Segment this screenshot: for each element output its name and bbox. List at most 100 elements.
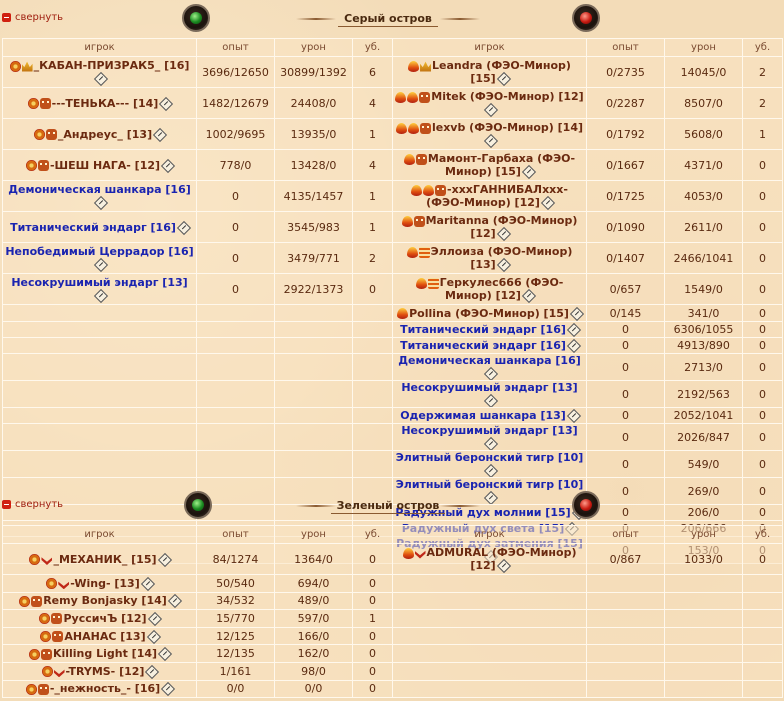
player-cell: Элитный беронский тигр [10] (392, 450, 587, 478)
damage-cell: 694/0 (274, 574, 353, 593)
player-name-link[interactable]: Титанический эндарг [16] (10, 221, 176, 234)
player-name-link[interactable]: Демоническая шанкара [16] (398, 355, 581, 368)
damage-cell: 1549/0 (664, 273, 743, 305)
player-name-link[interactable]: РуссичЪ [12] (63, 612, 146, 625)
clan-skull-icon (39, 98, 51, 109)
info-diamond-icon[interactable] (167, 594, 182, 609)
info-diamond-icon[interactable] (496, 558, 511, 574)
kills-cell: 0 (352, 679, 393, 699)
player-name-link[interactable]: -ШЕШ НАГА- [12] (50, 159, 160, 172)
player-name-link[interactable]: Титанический эндарг [16] (400, 339, 566, 352)
player-cell: Эллоиза (ФЭО-Минор) [13] (392, 242, 587, 274)
exp-cell: 0 (196, 273, 275, 305)
info-diamond-icon[interactable] (93, 195, 109, 211)
clan-skull-icon (37, 160, 49, 171)
info-diamond-icon[interactable] (569, 306, 584, 321)
player-name-link[interactable]: -TRYMS- [12] (66, 665, 145, 678)
info-diamond-icon[interactable] (93, 71, 109, 87)
player-name-link[interactable]: Одержимая шанкара [13] (400, 409, 566, 422)
info-diamond-icon[interactable] (483, 133, 499, 149)
info-diamond-icon[interactable] (93, 257, 109, 273)
column-header: опыт (196, 38, 275, 57)
info-diamond-icon[interactable] (157, 552, 172, 567)
kills-cell: 1 (352, 211, 393, 243)
player-name-link[interactable]: Непобедимый Церрадор [16] (5, 245, 193, 258)
info-diamond-icon[interactable] (93, 288, 109, 304)
kills-cell: 0 (742, 407, 783, 424)
exp-cell: 0/2735 (586, 56, 665, 88)
info-diamond-icon[interactable] (146, 629, 161, 644)
exp-cell: 0/0 (196, 679, 275, 699)
info-diamond-icon[interactable] (147, 611, 162, 627)
info-diamond-icon[interactable] (566, 322, 581, 337)
player-name-link[interactable]: Мамонт-Гарбаха (ФЭО-Минор) [15] (428, 152, 575, 178)
player-name-link[interactable]: Демоническая шанкара [16] (8, 183, 191, 196)
info-diamond-icon[interactable] (483, 366, 499, 380)
player-name-link[interactable]: Killing Light [14] (53, 647, 157, 660)
info-diamond-icon[interactable] (153, 127, 168, 142)
striped-badge-icon (427, 277, 439, 289)
info-diamond-icon[interactable] (496, 71, 511, 87)
player-name-link[interactable]: Несокрушимый эндарг [13] (11, 276, 187, 289)
info-diamond-icon[interactable] (566, 338, 581, 353)
info-diamond-icon[interactable] (521, 164, 537, 180)
flame-icon (395, 91, 407, 103)
player-name-link[interactable]: Remy Bonjasky [14] (43, 594, 167, 607)
info-diamond-icon[interactable] (496, 257, 511, 273)
player-name-link[interactable]: АНАНАС [13] (64, 630, 145, 643)
info-diamond-icon[interactable] (145, 664, 160, 679)
green-collapse-link[interactable]: свернуть (2, 499, 63, 510)
flame-icon (408, 60, 420, 72)
player-name-link[interactable]: Элитный беронский тигр [10] (396, 452, 584, 465)
player-name-link[interactable]: _Андреус_ [13] (58, 128, 152, 141)
info-diamond-icon[interactable] (521, 288, 537, 304)
table-row: Элитный беронский тигр [10] 0 549/0 0 (2, 450, 783, 478)
gray-collapse-link[interactable]: свернуть (2, 12, 63, 23)
empty-cell (742, 644, 783, 663)
table-row: Титанический эндарг [16] 0 4913/890 0 (2, 337, 783, 354)
info-diamond-icon[interactable] (483, 102, 499, 118)
info-diamond-icon[interactable] (159, 96, 174, 111)
info-diamond-icon[interactable] (496, 226, 511, 242)
info-diamond-icon[interactable] (160, 158, 176, 173)
player-cell: Титанический эндарг [16] (2, 211, 197, 243)
empty-cell (586, 626, 665, 646)
damage-cell: 4053/0 (664, 180, 743, 212)
kills-cell: 0 (742, 242, 783, 274)
player-name-link[interactable]: Титанический эндарг [16] (400, 323, 566, 336)
info-diamond-icon[interactable] (161, 682, 176, 697)
player-name-link[interactable]: Pollina (ФЭО-Минор) [15] (409, 307, 569, 320)
info-diamond-icon[interactable] (140, 576, 155, 591)
player-name-link[interactable]: Геркулес666 (ФЭО-Минор) [12] (440, 276, 564, 302)
info-diamond-icon[interactable] (540, 195, 555, 211)
player-name-link[interactable]: ---ТЕНЬКА--- [14] (52, 97, 159, 110)
info-diamond-icon[interactable] (483, 436, 499, 450)
player-name-link[interactable]: Mitek (ФЭО-Минор) [12] (431, 90, 583, 103)
info-diamond-icon[interactable] (483, 463, 499, 477)
kills-cell: 0 (742, 304, 783, 322)
player-name-link[interactable]: Несокрушимый эндарг [13] (401, 425, 577, 438)
player-name-link[interactable]: _КАБАН-ПРИЗРАК5_ [16] (34, 59, 190, 72)
damage-cell: 489/0 (274, 591, 353, 611)
player-name-link[interactable]: -Wing- [13] (70, 577, 139, 590)
empty-cell (196, 353, 275, 381)
kills-cell: 0 (352, 543, 393, 575)
flame-icon (423, 184, 435, 196)
exp-cell: 1002/9695 (196, 118, 275, 150)
empty-cell (586, 661, 665, 681)
flame-icon (407, 91, 419, 103)
player-name-link[interactable]: lexvb (ФЭО-Минор) [14] (432, 121, 583, 134)
player-name-link[interactable]: _МЕХАНИК_ [15] (53, 553, 156, 566)
player-cell: Несокрушимый эндарг [13] (2, 273, 197, 305)
info-diamond-icon[interactable] (176, 220, 191, 235)
kills-cell: 0 (742, 149, 783, 181)
exp-cell: 0 (586, 450, 665, 478)
empty-cell (392, 644, 587, 663)
player-name-link[interactable]: -_нежность_- [16] (50, 682, 160, 695)
damage-cell: 3479/771 (274, 242, 353, 274)
info-diamond-icon[interactable] (157, 647, 173, 662)
info-diamond-icon[interactable] (566, 408, 581, 423)
info-diamond-icon[interactable] (483, 393, 499, 407)
empty-cell (742, 626, 783, 646)
player-name-link[interactable]: Несокрушимый эндарг [13] (401, 382, 577, 395)
